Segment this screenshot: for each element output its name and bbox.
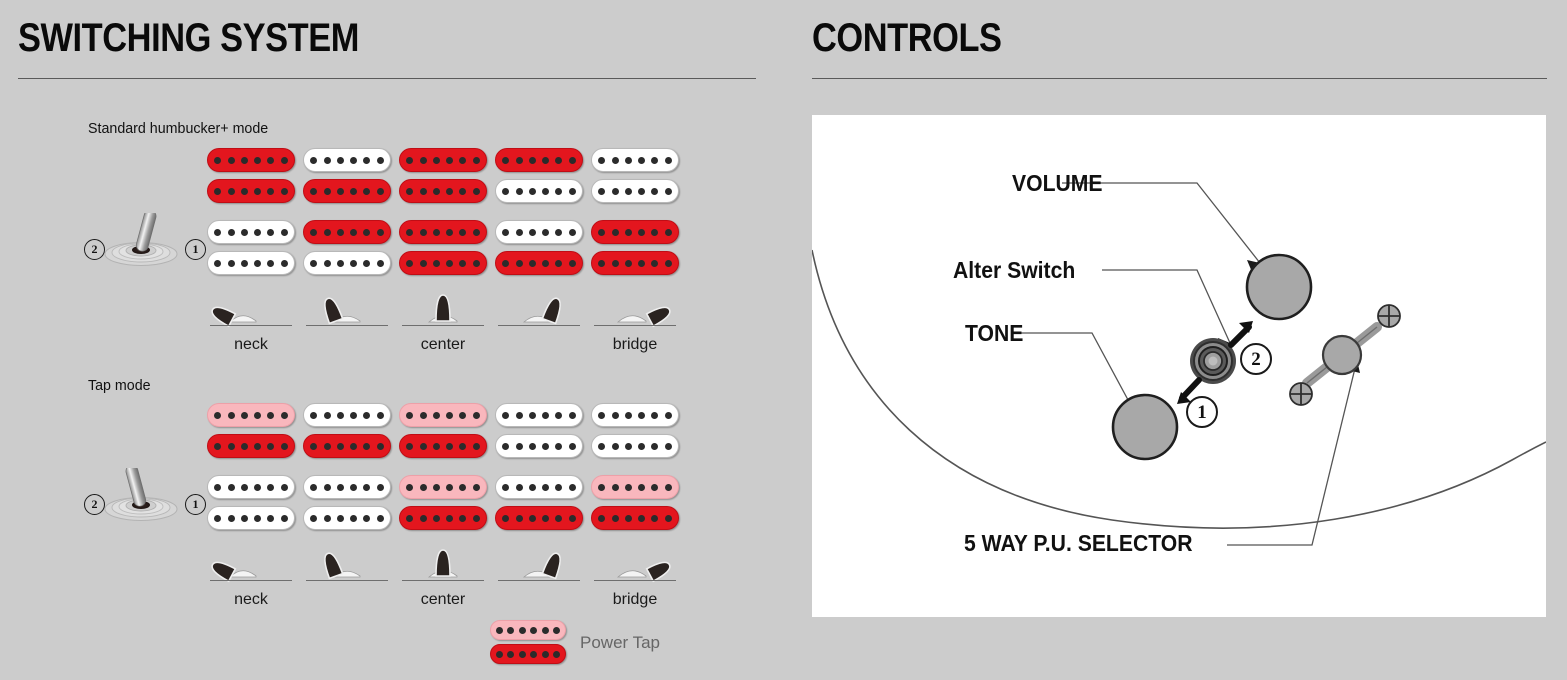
tone-knob: [1111, 393, 1179, 461]
guitar-body-outline: [811, 249, 1547, 529]
alter-position-1-label: 1: [1197, 402, 1207, 423]
page-root: SWITCHING SYSTEM CONTROLS Standard humbu…: [0, 0, 1567, 680]
control-label-tone: TONE: [965, 320, 1024, 346]
control-label-alter-switch: Alter Switch: [953, 257, 1076, 283]
leader-line-tone: [1012, 332, 1135, 412]
volume-knob: [1245, 253, 1313, 321]
selector-screw-top: [1377, 304, 1401, 328]
five-way-selector-control: [1289, 304, 1401, 406]
control-label-volume: VOLUME: [1012, 170, 1103, 196]
controls-panel: 2 1 VOLUME Alter Switch TONE 5 WAY P.U. …: [0, 0, 1567, 680]
leader-line-alter-switch: [1102, 269, 1231, 344]
controls-diagram: 2 1 VOLUME Alter Switch TONE 5 WAY P.U. …: [811, 115, 1547, 617]
selector-screw-bottom: [1289, 382, 1313, 406]
control-label-five-way-selector: 5 WAY P.U. SELECTOR: [964, 530, 1193, 556]
alter-position-2-label: 2: [1251, 349, 1261, 370]
